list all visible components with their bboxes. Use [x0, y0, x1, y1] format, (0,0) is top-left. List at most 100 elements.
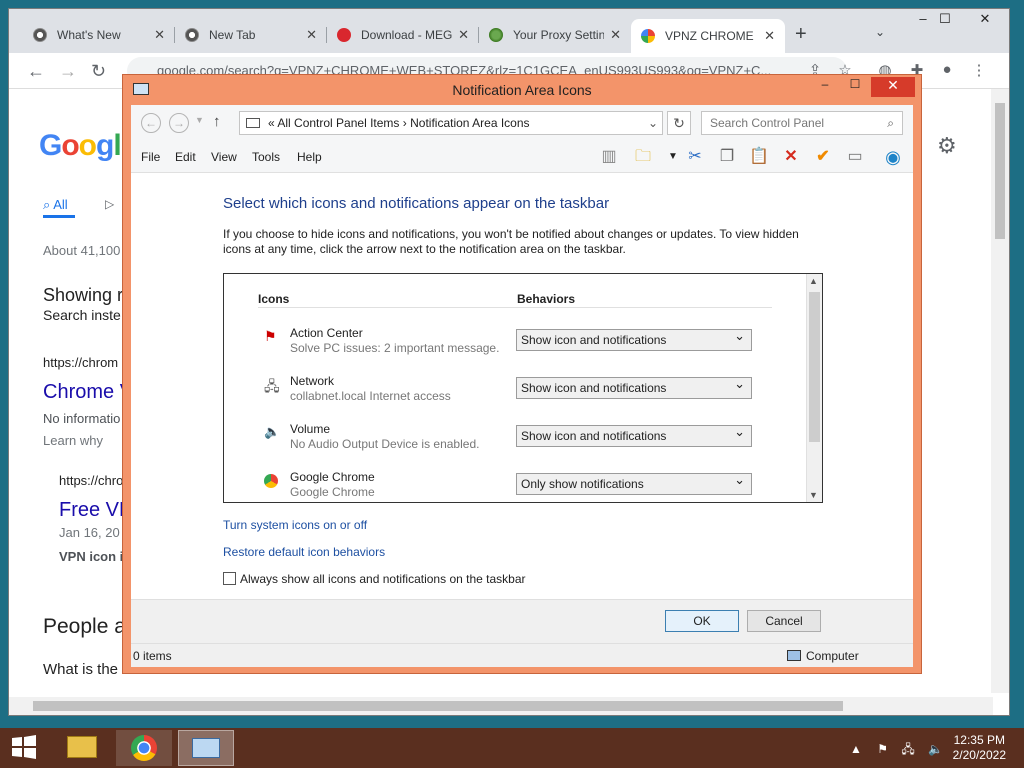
profile-avatar-icon[interactable]: ● [937, 61, 957, 81]
active-tab-indicator [43, 215, 75, 218]
checkmark-icon[interactable]: ✔ [811, 146, 835, 168]
tab-new-tab[interactable]: New Tab ✕ [175, 19, 327, 51]
page-horizontal-scrollbar[interactable] [9, 697, 993, 715]
action-center-flag-icon[interactable]: ⚑ [877, 742, 888, 756]
question-item[interactable]: What is the [43, 661, 118, 678]
tab-vpnz-chrome[interactable]: VPNZ CHROME ✕ [631, 19, 785, 53]
forward-arrow-icon[interactable]: → [59, 61, 77, 82]
content-pane: Select which icons and notifications app… [131, 173, 913, 599]
window-title-bar[interactable]: Notification Area Icons – ☐ ✕ [123, 75, 921, 105]
tab-title: Download - MEGA [361, 28, 453, 42]
icon-behavior-list[interactable]: Icons Behaviors ⚑ Action Center Solve PC… [223, 273, 823, 503]
behavior-select[interactable]: Show icon and notifications [516, 422, 752, 447]
result-url[interactable]: https://chrom [43, 355, 118, 370]
file-explorer-taskbar-button[interactable] [54, 730, 110, 766]
cancel-button[interactable]: Cancel [747, 610, 821, 632]
breadcrumb-current[interactable]: Notification Area Icons [410, 116, 529, 130]
volume-muted-icon[interactable]: 🔈 [928, 742, 943, 756]
list-scrollbar[interactable]: ▲ ▼ [806, 274, 822, 502]
google-logo[interactable]: Googl [39, 129, 122, 163]
back-arrow-icon[interactable]: ← [27, 61, 45, 82]
learn-why-link[interactable]: Learn why [43, 433, 103, 448]
layout-pane-icon[interactable]: ▥ [597, 146, 621, 168]
scroll-thumb[interactable] [809, 292, 820, 442]
item-name: Volume [290, 422, 331, 436]
result-title[interactable]: Chrome V [43, 381, 133, 404]
list-item: 🖧 Network collabnet.local Internet acces… [260, 372, 780, 416]
recent-pages-chevron-icon[interactable]: ▼ [195, 115, 204, 125]
copy-icon[interactable]: ❐ [715, 146, 739, 168]
menu-view[interactable]: View [211, 150, 237, 164]
new-tab-button[interactable]: + [795, 23, 807, 46]
menu-kebab-icon[interactable]: ⋮ [969, 61, 989, 81]
close-tab-icon[interactable]: ✕ [610, 27, 621, 43]
maximize-button[interactable]: ☐ [841, 77, 869, 97]
tab-proxy-settings[interactable]: Your Proxy Settings ✕ [479, 19, 631, 51]
delete-icon[interactable]: ✕ [779, 146, 803, 168]
chrome-taskbar-button[interactable] [116, 730, 172, 766]
refresh-button[interactable]: ↻ [667, 111, 691, 135]
scroll-up-icon[interactable]: ▲ [809, 276, 818, 286]
page-vertical-scrollbar[interactable] [991, 89, 1009, 693]
start-button[interactable] [0, 734, 48, 768]
back-arrow-icon[interactable]: ← [141, 113, 161, 133]
shell-globe-icon[interactable]: ◉ [881, 146, 905, 168]
forward-arrow-icon[interactable]: → [169, 113, 189, 133]
tab-mega[interactable]: Download - MEGA ✕ [327, 19, 479, 51]
behavior-select[interactable]: Show icon and notifications [516, 326, 752, 351]
close-tab-icon[interactable]: ✕ [764, 28, 775, 44]
folder-check-icon[interactable]: 🗀 [631, 146, 655, 168]
properties-icon[interactable]: ▭ [843, 146, 867, 168]
up-arrow-icon[interactable]: ↑ [213, 113, 221, 130]
scroll-thumb[interactable] [33, 701, 843, 711]
show-hidden-icons-chevron-icon[interactable]: ▲ [850, 742, 862, 756]
video-icon[interactable]: ▷ [105, 197, 114, 211]
breadcrumb-separator[interactable]: › [403, 116, 407, 130]
breadcrumb-all-items[interactable]: All Control Panel Items [277, 116, 399, 130]
breadcrumb[interactable]: « All Control Panel Items › Notification… [239, 111, 663, 135]
reload-icon[interactable]: ↻ [91, 61, 106, 82]
item-description: No Audio Output Device is enabled. [290, 437, 480, 451]
menu-file[interactable]: File [141, 150, 160, 164]
chevron-down-icon[interactable]: ▼ [661, 146, 685, 168]
tab-strip: What's New ✕ New Tab ✕ Download - MEGA ✕… [9, 9, 1009, 53]
result-url[interactable]: https://chro [59, 473, 123, 488]
column-icons: Icons [258, 292, 290, 306]
close-button[interactable]: ✕ [871, 77, 915, 97]
tab-all[interactable]: ⌕ All [43, 197, 68, 213]
search-input[interactable]: Search Control Panel ⌕ [701, 111, 903, 135]
menu-tools[interactable]: Tools [252, 150, 280, 164]
menu-edit[interactable]: Edit [175, 150, 196, 164]
tab-whats-new[interactable]: What's New ✕ [23, 19, 175, 51]
ok-button[interactable]: OK [665, 610, 739, 632]
menu-help[interactable]: Help [297, 150, 322, 164]
behavior-select[interactable]: Only show notifications [516, 470, 752, 495]
maximize-button[interactable]: ☐ [925, 11, 965, 31]
chevron-down-icon[interactable]: ⌄ [648, 112, 658, 134]
settings-gear-icon[interactable]: ⚙ [937, 133, 957, 159]
control-panel-taskbar-button[interactable] [178, 730, 234, 766]
close-tab-icon[interactable]: ✕ [154, 27, 165, 43]
restore-defaults-link[interactable]: Restore default icon behaviors [223, 545, 385, 559]
scroll-thumb[interactable] [995, 103, 1005, 239]
always-show-checkbox[interactable] [223, 572, 236, 585]
close-tab-icon[interactable]: ✕ [306, 27, 317, 43]
clock[interactable]: 12:35 PM 2/20/2022 [953, 733, 1006, 763]
control-panel-icon [192, 738, 220, 758]
close-button[interactable]: ✕ [965, 11, 1005, 31]
list-item: 🔈 Volume No Audio Output Device is enabl… [260, 420, 780, 464]
minimize-button[interactable]: – [811, 77, 839, 97]
close-tab-icon[interactable]: ✕ [458, 27, 469, 43]
paste-icon[interactable]: 📋 [747, 146, 771, 168]
scroll-down-icon[interactable]: ▼ [809, 490, 818, 500]
chrome-icon [264, 474, 278, 488]
network-icon[interactable]: 🖧 [901, 742, 914, 756]
tab-title: What's New [57, 28, 121, 42]
breadcrumb-overflow[interactable]: « [268, 116, 275, 130]
cut-icon[interactable]: ✂ [683, 146, 707, 168]
tab-search-chevron-icon[interactable]: ⌄ [875, 25, 885, 39]
search-instead-text[interactable]: Search inste [43, 307, 121, 323]
behavior-select[interactable]: Show icon and notifications [516, 374, 752, 399]
turn-system-icons-link[interactable]: Turn system icons on or off [223, 518, 367, 532]
always-show-checkbox-row[interactable]: Always show all icons and notifications … [223, 572, 526, 586]
